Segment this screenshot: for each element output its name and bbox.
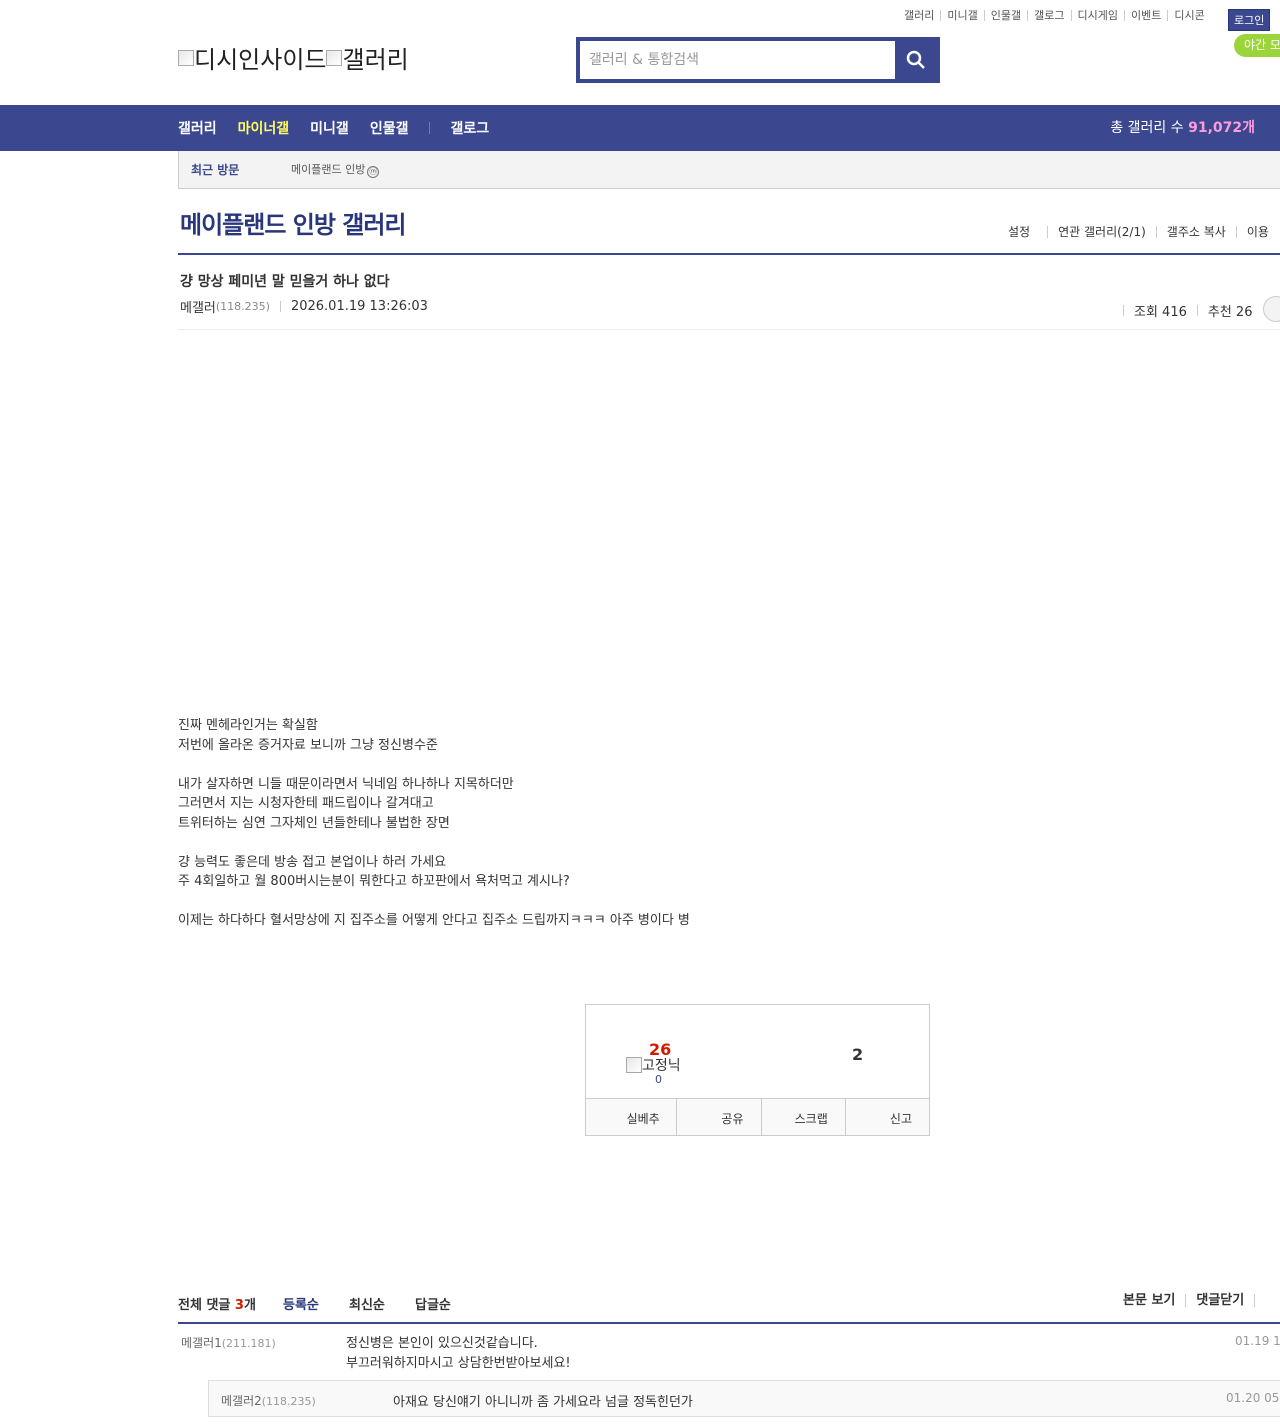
top-link-event[interactable]: 이벤트 xyxy=(1123,10,1167,21)
fixed-nick-recommend: 고정닉 xyxy=(626,1055,681,1075)
recent-visit-label[interactable]: 최근 방문 xyxy=(191,151,239,189)
best-recommend-button[interactable]: 실베추 xyxy=(586,1099,676,1135)
top-utility-links: 갤러리 미니갤 인물갤 갤로그 디시게임 이벤트 디시콘 xyxy=(904,10,1211,21)
recommend-actions: 실베추 공유 스크랩 신고 xyxy=(586,1098,929,1135)
nav-divider xyxy=(429,122,431,134)
nav-mini-gallery[interactable]: 미니갤 xyxy=(310,118,349,138)
search-button[interactable] xyxy=(896,41,936,79)
top-link-person[interactable]: 인물갤 xyxy=(983,10,1027,21)
report-button[interactable]: 신고 xyxy=(844,1099,929,1135)
nav-person-gallery[interactable]: 인물갤 xyxy=(370,118,409,138)
post-option-button[interactable] xyxy=(1263,296,1280,322)
gallery-title[interactable]: 메이플랜드 인방 갤러리 xyxy=(180,205,407,240)
login-button[interactable]: 로그인 xyxy=(1228,9,1271,31)
broken-image-icon xyxy=(178,49,194,66)
reply-nick[interactable]: 메갤러2(118.235) xyxy=(221,1392,316,1409)
view-post-link[interactable]: 본문 보기 xyxy=(1123,1294,1185,1307)
broken-image-icon xyxy=(326,49,343,66)
comment-item: 메갤러1(211.181) 정신병은 본인이 있으신것같습니다. 부끄러워하지마… xyxy=(178,1334,1280,1374)
post-title: 걍 망상 페미년 말 믿을거 하나 없다 xyxy=(180,274,390,290)
comments-more-link[interactable] xyxy=(1254,1294,1275,1307)
post-recommend-count: 추천 26 xyxy=(1207,305,1253,320)
recent-gallery-link[interactable]: 메이플랜드 인방 ⓜ xyxy=(291,151,380,189)
related-gallery-link[interactable]: 연관 갤러리(2/1) xyxy=(1047,226,1156,238)
comment-text: 정신병은 본인이 있으신것같습니다. 부끄러워하지마시고 상담한번받아보세요! xyxy=(346,1336,571,1371)
site-logo[interactable]: 디시인사이드 갤러리 xyxy=(178,40,409,75)
nav-gallog[interactable]: 갤로그 xyxy=(450,118,489,138)
sort-latest[interactable]: 최신순 xyxy=(349,1294,385,1313)
post-body-line: 주 4회일하고 월 800버시는분이 뭐한다고 하꼬판에서 욕처먹고 계시나? xyxy=(178,874,570,889)
minor-gallery-badge: ⓜ xyxy=(367,166,380,178)
share-button[interactable]: 공유 xyxy=(676,1099,760,1135)
recent-visit-bar: 최근 방문 메이플랜드 인방 ⓜ xyxy=(178,151,1280,189)
reply-date: 01.20 05:3 xyxy=(1226,1391,1280,1405)
post-views: 조회 416 xyxy=(1134,305,1187,320)
post-body-line: 트위터하는 심연 그자체인 년들한테나 불법한 장면 xyxy=(178,815,450,831)
top-link-minigall[interactable]: 미니갤 xyxy=(940,10,983,21)
main-navigation: 갤러리 마이너갤 미니갤 인물갤 갤로그 총 갤러리 수 91,072개 xyxy=(0,105,1280,151)
scrap-button[interactable]: 스크랩 xyxy=(760,1099,845,1135)
nav-gallery[interactable]: 갤러리 xyxy=(178,118,217,138)
post-body-line: 이제는 하다하다 혈서망상에 지 집주소를 어떻게 안다고 집주소 드립까지ㅋㅋ… xyxy=(178,913,690,928)
recommend-down-count: 2 xyxy=(852,1045,864,1064)
post-body-line: 걍 능력도 좋은데 방송 접고 본업이나 하러 가세요 xyxy=(178,854,447,870)
post-stats: 조회 416 추천 26 xyxy=(1123,296,1280,322)
gallery-title-divider xyxy=(178,253,1280,255)
comment-nick[interactable]: 메갤러1(211.181) xyxy=(181,1334,276,1351)
post-body-line: 진짜 멘헤라인거는 확실함 xyxy=(178,718,318,733)
top-link-dcgame[interactable]: 디시게임 xyxy=(1070,10,1124,21)
post-body-line xyxy=(178,755,690,775)
stat-divider xyxy=(1196,305,1198,316)
post-body-line xyxy=(178,833,690,853)
comment-date: 01.19 17: xyxy=(1235,1334,1280,1348)
broken-image-icon xyxy=(626,1057,642,1073)
post-body-line xyxy=(178,892,690,912)
night-mode-button[interactable]: 야간 모드 xyxy=(1234,34,1280,57)
close-comments-link[interactable]: 댓글닫기 xyxy=(1185,1294,1254,1307)
comments-header-divider xyxy=(178,1322,1280,1324)
fixed-nick-count: 0 xyxy=(655,1073,662,1086)
search-input[interactable] xyxy=(580,41,895,79)
comments-header-actions: 본문 보기 댓글닫기 xyxy=(1123,1294,1275,1307)
meta-divider xyxy=(279,301,281,312)
nav-minor-gallery[interactable]: 마이너갤 xyxy=(238,118,290,138)
usage-link[interactable]: 이용 xyxy=(1235,226,1279,238)
top-link-gallery[interactable]: 갤러리 xyxy=(904,10,940,21)
recommend-box: 26 고정닉 0 2 실베추 공유 스크랩 신고 xyxy=(585,1004,930,1136)
logo-site: 디시인사이드 xyxy=(178,40,326,75)
gallery-settings-link[interactable]: 설정 xyxy=(1008,226,1047,238)
copy-gallery-url-link[interactable]: 갤주소 복사 xyxy=(1155,226,1236,238)
post-date: 2026.01.19 13:26:03 xyxy=(290,299,428,314)
post-author-ip: (118.235) xyxy=(215,300,270,313)
post-body-line: 저번에 올라온 증거자료 보니까 그냥 정신병수준 xyxy=(178,737,438,753)
reply-text: 아재요 당신얘기 아니니까 좀 가세요라 넘글 정독힌던가 xyxy=(393,1395,693,1410)
comments-total: 전체 댓글 3개 xyxy=(178,1298,256,1313)
top-link-dccon[interactable]: 디시콘 xyxy=(1167,10,1210,21)
stat-divider xyxy=(1123,305,1124,316)
post-body-line: 그러면서 지는 시청자한테 패드립이나 갈겨대고 xyxy=(178,796,434,811)
logo-gallery: 갤러리 xyxy=(326,40,409,75)
post-body: 진짜 멘헤라인거는 확실함 저번에 올라온 증거자료 보니까 그냥 정신병수준 … xyxy=(178,716,690,931)
comment-reply-item: 메갤러2(118.235) 아재요 당신얘기 아니니까 좀 가세요라 넘글 정독… xyxy=(208,1380,1280,1417)
sort-registered[interactable]: 등록순 xyxy=(283,1294,319,1313)
search-icon xyxy=(906,50,925,69)
comments-header: 전체 댓글 3개 등록순 최신순 답글순 본문 보기 댓글닫기 xyxy=(178,1294,1280,1324)
total-gallery-count: 총 갤러리 수 91,072개 xyxy=(1110,120,1255,136)
post-body-line: 내가 살자하면 니들 때문이라면서 닉네임 하나하나 지목하더만 xyxy=(178,776,514,792)
post-meta: 메갤러 (118.235) 2026.01.19 13:26:03 xyxy=(180,297,428,316)
search-box xyxy=(576,37,940,83)
gallery-menu: 설정 연관 갤러리(2/1) 갤주소 복사 이용 xyxy=(1008,226,1279,238)
sort-replies[interactable]: 답글순 xyxy=(415,1294,451,1313)
post-author[interactable]: 메갤러 xyxy=(180,297,216,316)
top-link-gallog[interactable]: 갤로그 xyxy=(1027,10,1070,21)
post-header-divider xyxy=(178,329,1280,330)
